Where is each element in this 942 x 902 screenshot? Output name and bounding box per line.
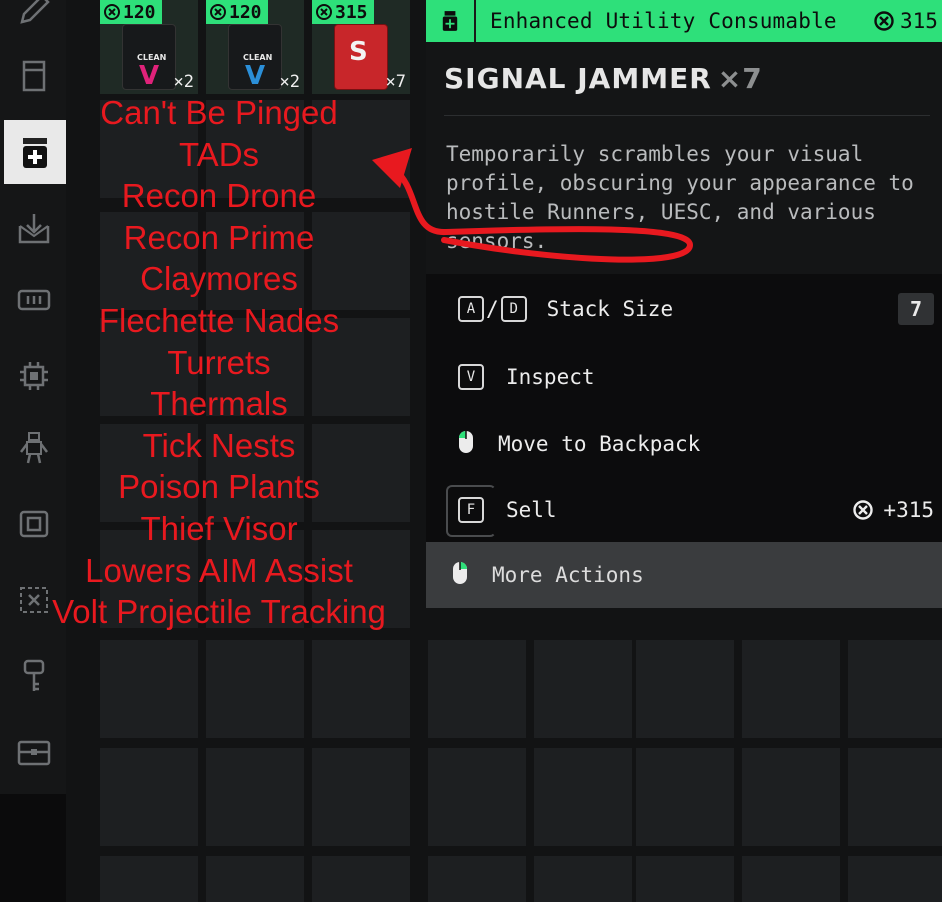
credits-icon <box>874 11 894 31</box>
price-tag: 120 <box>206 0 268 24</box>
grid-cell[interactable] <box>636 748 734 846</box>
item-description: Temporarily scrambles your visual profil… <box>446 142 914 253</box>
annotation-line: Thermals <box>150 385 288 423</box>
annotation-line: Volt Projectile Tracking <box>52 593 386 631</box>
key-separator: / <box>486 297 499 321</box>
credits-icon <box>104 4 120 20</box>
more-actions-label: More Actions <box>492 563 644 587</box>
grid-cell[interactable] <box>848 640 942 738</box>
header-price: 315 <box>874 0 938 42</box>
grid-cell[interactable] <box>428 748 526 846</box>
grid-cell[interactable] <box>534 748 632 846</box>
key-d: D <box>500 296 527 322</box>
item-multiplier: ×7 <box>717 62 763 95</box>
consumable-icon <box>426 0 476 42</box>
grid-cell[interactable] <box>206 748 304 846</box>
annotation-line: Tick Nests <box>142 426 296 464</box>
price-tag: 315 <box>312 0 374 24</box>
sell-action[interactable]: F Sell +315 <box>426 477 942 543</box>
key-a: A <box>458 296 484 322</box>
grid-cell[interactable] <box>100 748 198 846</box>
item-name: SIGNAL JAMMER <box>444 62 712 95</box>
inventory-item-clean-pink[interactable]: 120 CLEAN V ×2 <box>100 0 198 94</box>
grid-cell[interactable] <box>312 748 410 846</box>
annotation-line: Thief Visor <box>140 509 298 547</box>
stack-size-label: Stack Size <box>546 297 674 321</box>
credits-icon <box>316 4 332 20</box>
grid-cell[interactable] <box>206 856 304 902</box>
sell-value: +315 <box>883 498 934 522</box>
grid-cell[interactable] <box>742 748 840 846</box>
header-price-value: 315 <box>900 9 938 33</box>
grid-cell[interactable] <box>428 640 526 738</box>
sidebar-footer <box>0 794 66 902</box>
annotation-line: Turrets <box>167 343 271 381</box>
item-title: SIGNAL JAMMER ×7 <box>444 62 763 95</box>
grid-cell[interactable] <box>312 640 410 738</box>
item-price: 120 <box>229 1 262 23</box>
grid-cell[interactable] <box>100 640 198 738</box>
sell-label: Sell <box>506 498 557 522</box>
more-actions-button[interactable]: More Actions <box>426 542 942 608</box>
key-icon[interactable] <box>6 648 62 704</box>
grid-cell[interactable] <box>534 856 632 902</box>
divider <box>444 115 930 116</box>
annotation-list: Can't Be Pinged TADs Recon Drone Recon P… <box>36 92 402 633</box>
key-f: F <box>458 497 484 523</box>
annotation-line: Claymores <box>140 260 298 298</box>
item-quantity: ×2 <box>173 72 194 92</box>
grid-cell[interactable] <box>312 856 410 902</box>
key-v: V <box>458 364 484 390</box>
item-quantity: ×2 <box>279 72 300 92</box>
grid-cell[interactable] <box>636 640 734 738</box>
inventory-item-clean-blue[interactable]: 120 CLEAN V ×2 <box>206 0 304 94</box>
annotation-line: TADs <box>178 135 260 173</box>
grid-cell[interactable] <box>100 856 198 902</box>
pack-mark: V <box>245 61 266 91</box>
stack-size-action[interactable]: A / D Stack Size 7 <box>426 276 942 342</box>
pack-mark: V <box>139 61 160 91</box>
grid-cell[interactable] <box>848 856 942 902</box>
inventory-item-signal-jammer[interactable]: 315 S ×7 <box>312 0 410 94</box>
item-detail-panel: Enhanced Utility Consumable 315 SIGNAL J… <box>426 0 942 608</box>
grid-cell[interactable] <box>534 640 632 738</box>
annotation-line: Lowers AIM Assist <box>85 551 353 589</box>
credits-icon <box>853 500 874 520</box>
grid-cell[interactable] <box>428 856 526 902</box>
inspect-label: Inspect <box>506 365 595 389</box>
credits-icon <box>210 4 226 20</box>
clean-pack-icon: CLEAN V <box>228 24 282 91</box>
actions-menu: A / D Stack Size 7 V Inspect Move to Bac… <box>426 274 942 542</box>
item-price: 315 <box>335 1 368 23</box>
item-category: Enhanced Utility Consumable <box>490 9 837 33</box>
grid-cell[interactable] <box>742 640 840 738</box>
detail-header: Enhanced Utility Consumable 315 <box>426 0 942 42</box>
pencil-icon[interactable] <box>6 0 62 38</box>
annotation-line: Can't Be Pinged <box>100 94 338 131</box>
annotation-line: Flechette Nades <box>98 301 340 339</box>
mouse-right-click-icon <box>452 561 468 590</box>
annotation-line: Poison Plants <box>118 468 320 506</box>
move-to-backpack-label: Move to Backpack <box>498 432 701 456</box>
grid-cell[interactable] <box>848 748 942 846</box>
grid-cell[interactable] <box>206 640 304 738</box>
clean-pack-icon: CLEAN V <box>122 24 176 91</box>
price-tag: 120 <box>100 0 162 24</box>
item-price: 120 <box>123 1 156 23</box>
grid-cell[interactable] <box>636 856 734 902</box>
annotation-line: Recon Prime <box>123 218 315 256</box>
annotation-line: Recon Drone <box>121 177 317 215</box>
item-quantity: ×7 <box>385 72 406 92</box>
pack-mark: S <box>349 37 368 67</box>
move-to-backpack-action[interactable]: Move to Backpack <box>426 411 942 477</box>
case-icon[interactable] <box>6 724 62 780</box>
mouse-left-click-icon <box>458 430 474 459</box>
inspect-action[interactable]: V Inspect <box>426 344 942 410</box>
stack-size-value: 7 <box>898 293 934 325</box>
signal-jammer-pack-icon: S <box>334 24 388 90</box>
grid-cell[interactable] <box>742 856 840 902</box>
